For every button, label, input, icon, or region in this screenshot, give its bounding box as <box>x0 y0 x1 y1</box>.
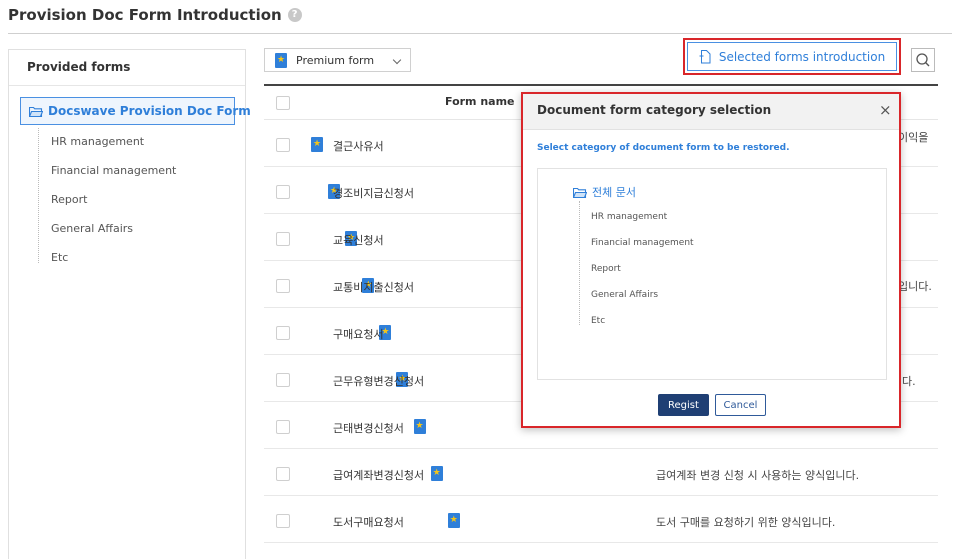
chevron-down-icon <box>392 55 402 65</box>
category-item-report[interactable]: Report <box>591 264 621 274</box>
row-checkbox[interactable] <box>276 138 290 152</box>
form-description: 도서 구매를 요청하기 위한 양식입니다. <box>656 516 836 529</box>
sidebar: Provided forms Docswave Provision Doc Fo… <box>8 49 251 559</box>
sidebar-root-folder[interactable]: Docswave Provision Doc Form <box>20 97 251 125</box>
category-item-general-affairs[interactable]: General Affairs <box>591 290 658 300</box>
tree-line <box>38 128 39 263</box>
page-title-text: Provision Doc Form Introduction <box>8 6 282 24</box>
cancel-button[interactable]: Cancel <box>715 394 766 416</box>
form-doc-icon: ★ <box>430 466 443 481</box>
sidebar-item-general-affairs[interactable]: General Affairs <box>51 222 133 235</box>
close-icon[interactable]: × <box>879 101 892 119</box>
form-name[interactable]: 급여계좌변경신청서 <box>333 467 424 483</box>
column-header-form-name: Form name <box>445 95 515 108</box>
category-selection-modal: Document form category selection × Selec… <box>521 92 901 428</box>
row-checkbox[interactable] <box>276 467 290 481</box>
modal-subtitle: Select category of document form to be r… <box>537 143 790 153</box>
folder-open-icon <box>28 106 44 118</box>
sidebar-item-report[interactable]: Report <box>51 193 87 206</box>
form-doc-icon: ★ <box>275 52 287 68</box>
category-item-financial[interactable]: Financial management <box>591 238 694 248</box>
form-name[interactable]: 교육신청서 <box>333 232 384 248</box>
row-checkbox[interactable] <box>276 514 290 528</box>
form-doc-icon: ★ <box>311 137 323 152</box>
form-type-dropdown[interactable]: ★ Premium form <box>264 48 411 72</box>
row-checkbox[interactable] <box>276 326 290 340</box>
category-item-etc[interactable]: Etc <box>591 316 605 326</box>
form-doc-icon: ★ <box>447 513 460 528</box>
search-icon <box>916 53 930 67</box>
sidebar-item-hr[interactable]: HR management <box>51 135 144 148</box>
help-icon[interactable]: ? <box>287 8 302 22</box>
selected-forms-introduction-button[interactable]: Selected forms introduction <box>687 42 897 71</box>
form-name[interactable]: 결근사유서 <box>333 138 384 154</box>
form-name[interactable]: 도서구매요청서 <box>333 514 404 530</box>
title-divider <box>8 33 952 34</box>
sidebar-item-etc[interactable]: Etc <box>51 251 68 264</box>
dropdown-value: Premium form <box>296 53 375 67</box>
row-checkbox[interactable] <box>276 420 290 434</box>
regist-button[interactable]: Regist <box>658 394 709 416</box>
folder-open-icon <box>572 187 588 199</box>
selected-forms-introduction-label: Selected forms introduction <box>718 49 886 64</box>
row-checkbox[interactable] <box>276 279 290 293</box>
page-title: Provision Doc Form Introduction ? <box>8 6 302 24</box>
form-name[interactable]: 근태변경신청서 <box>333 420 404 436</box>
form-name[interactable]: 근무유형변경신청서 <box>333 373 424 389</box>
form-doc-icon: ★ <box>413 419 426 434</box>
doc-restore-icon <box>699 49 711 63</box>
tree-line <box>579 201 580 325</box>
form-name[interactable]: 경조비지급신청서 <box>333 185 414 201</box>
modal-title: Document form category selection <box>537 103 772 117</box>
form-description-partial: 이익을 <box>898 131 929 144</box>
category-root-label: 전체 문서 <box>592 186 636 199</box>
search-button[interactable] <box>911 48 935 72</box>
form-description-partial: 다. <box>902 375 916 388</box>
form-name[interactable]: 교통비지출신청서 <box>333 279 414 295</box>
category-root[interactable]: 전체 문서 <box>572 184 636 200</box>
form-description-partial: 입니다. <box>898 280 932 293</box>
sidebar-item-financial[interactable]: Financial management <box>51 164 176 177</box>
row-checkbox[interactable] <box>276 232 290 246</box>
select-all-checkbox[interactable] <box>276 96 290 110</box>
category-item-hr[interactable]: HR management <box>591 212 667 222</box>
row-checkbox[interactable] <box>276 373 290 387</box>
row-checkbox[interactable] <box>276 185 290 199</box>
sidebar-header: Provided forms <box>9 50 245 86</box>
form-name[interactable]: 구매요청서 <box>333 326 384 342</box>
sidebar-root-label: Docswave Provision Doc Form <box>48 104 251 118</box>
form-description: 급여계좌 변경 신청 시 사용하는 양식입니다. <box>656 469 860 482</box>
